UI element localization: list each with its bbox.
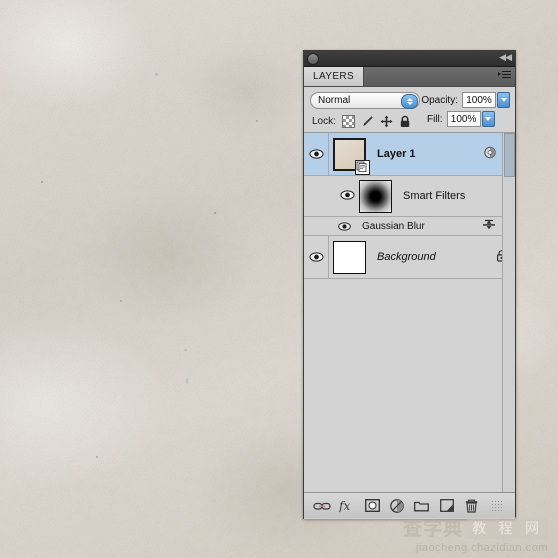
eye-icon: [308, 149, 324, 159]
eye-icon: [308, 252, 324, 262]
layer-name-layer-1: Layer 1: [377, 148, 416, 160]
opacity-dropdown-icon[interactable]: [497, 92, 510, 108]
fill-dropdown-icon[interactable]: [481, 111, 495, 127]
scrollbar-thumb[interactable]: [504, 133, 515, 177]
opacity-label: Opacity:: [421, 94, 458, 106]
blending-options-icon[interactable]: [481, 219, 497, 234]
blend-mode-value: Normal: [318, 94, 351, 106]
blend-mode-row[interactable]: Normal Opacity: 100%: [304, 87, 515, 111]
fill-group[interactable]: Fill: 100%: [427, 111, 495, 127]
lock-label: Lock:: [312, 116, 336, 127]
spacer-cell: [304, 176, 328, 216]
visibility-toggle-smart-filters[interactable]: [340, 189, 355, 203]
layer-row-gaussian-blur[interactable]: Gaussian Blur: [304, 217, 515, 236]
tab-layers-label: LAYERS: [313, 71, 355, 82]
smart-filter-effects-icon[interactable]: [484, 146, 496, 162]
transparency-lock-icon[interactable]: [341, 115, 356, 129]
watermark-text-left: 查字典: [403, 518, 464, 540]
blend-mode-stepper-icon[interactable]: [401, 93, 418, 109]
visibility-toggle-background[interactable]: [304, 236, 329, 278]
background-thumbnail-wrap[interactable]: [333, 240, 366, 274]
delete-layer-icon[interactable]: [463, 497, 481, 515]
new-layer-icon[interactable]: [438, 497, 456, 515]
layer-list[interactable]: Layer 1 Smart Filters Gaussian Blur Back…: [304, 133, 515, 519]
layer-row-background[interactable]: Background: [304, 236, 515, 279]
lock-all-icon[interactable]: [398, 115, 413, 129]
white-layer-thumbnail[interactable]: [333, 240, 366, 274]
layer-style-fx-icon[interactable]: fx: [338, 497, 356, 515]
tab-layers[interactable]: LAYERS: [304, 67, 365, 86]
panel-titlebar[interactable]: ◀◀: [304, 51, 515, 67]
layer-1-thumbnail-wrap[interactable]: [333, 137, 370, 175]
layer-row-layer-1[interactable]: Layer 1: [304, 133, 515, 176]
collapse-arrows-icon[interactable]: ◀◀: [499, 53, 512, 62]
watermark: 查字典 教 程 网 jiaocheng.chazidian.com: [403, 514, 548, 554]
layer-name-gaussian-blur: Gaussian Blur: [362, 220, 425, 232]
blend-mode-select[interactable]: Normal: [310, 91, 420, 109]
opacity-value: 100%: [466, 94, 492, 106]
smart-object-badge: [355, 159, 370, 175]
fill-label: Fill:: [427, 113, 443, 125]
eye-icon: [338, 221, 351, 231]
layer-row-smart-filters[interactable]: Smart Filters: [304, 176, 515, 217]
layer-list-scrollbar[interactable]: [502, 133, 515, 519]
link-layers-icon[interactable]: [313, 497, 332, 515]
brush-lock-icon[interactable]: [360, 115, 375, 129]
opacity-input[interactable]: 100%: [462, 92, 496, 108]
fill-input[interactable]: 100%: [446, 111, 481, 127]
panel-grip-dot-icon: [307, 53, 319, 65]
watermark-url: jiaocheng.chazidian.com: [416, 542, 548, 554]
svg-text:fx: fx: [339, 499, 350, 513]
visibility-toggle-gaussian-blur[interactable]: [338, 221, 351, 231]
resize-grip-icon[interactable]: [488, 497, 506, 515]
layer-list-empty-area[interactable]: [304, 279, 515, 519]
filter-mask-thumbnail[interactable]: [359, 179, 392, 213]
visibility-toggle-layer-1[interactable]: [304, 133, 329, 175]
layer-name-background: Background: [377, 251, 436, 263]
watermark-text-right: 教 程 网: [467, 516, 548, 539]
new-fill-adjustment-icon[interactable]: [388, 497, 406, 515]
eye-icon: [340, 189, 355, 200]
add-layer-mask-icon[interactable]: [363, 497, 381, 515]
layer-name-smart-filters: Smart Filters: [403, 190, 466, 202]
panel-tab-bar[interactable]: LAYERS: [304, 67, 515, 87]
new-group-icon[interactable]: [413, 497, 431, 515]
fill-value: 100%: [450, 113, 477, 125]
panel-menu-icon[interactable]: [498, 71, 511, 82]
move-lock-icon[interactable]: [379, 115, 394, 129]
